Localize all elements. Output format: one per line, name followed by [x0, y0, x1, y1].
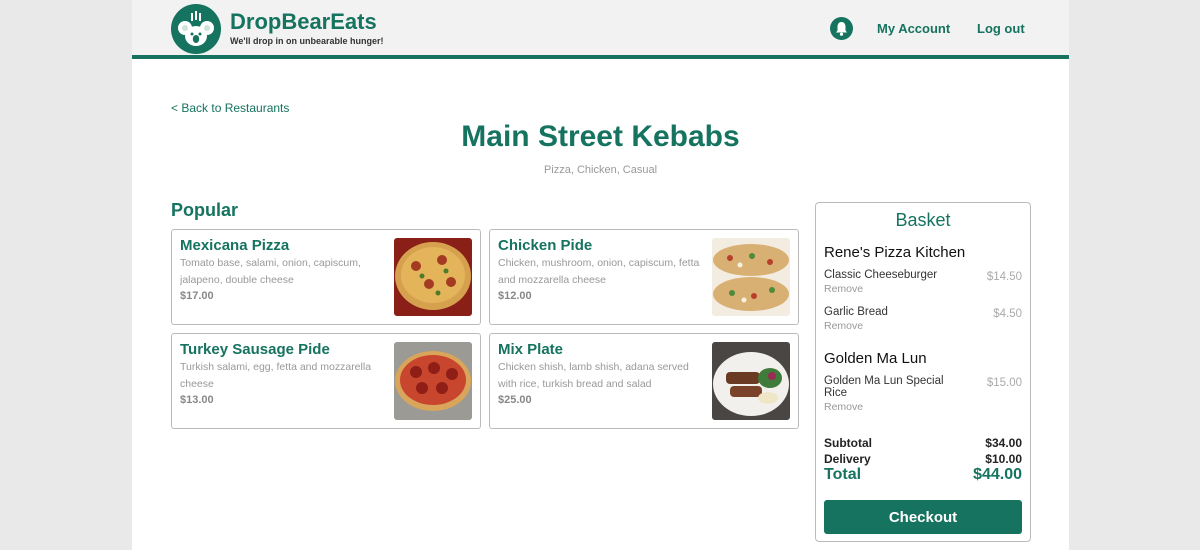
delivery-value: $10.00: [985, 452, 1022, 466]
basket-item-name: Garlic Bread: [824, 306, 888, 318]
menu-item-price: $17.00: [180, 290, 214, 302]
menu-item-card[interactable]: Mix Plate Chicken shish, lamb shish, ada…: [489, 333, 799, 429]
basket-panel: Basket Rene's Pizza Kitchen Classic Chee…: [815, 202, 1031, 542]
subtotal-label: Subtotal: [824, 436, 872, 450]
subtotal-value: $34.00: [985, 436, 1022, 450]
menu-item-name: Mexicana Pizza: [180, 237, 290, 254]
checkout-button[interactable]: Checkout: [824, 500, 1022, 534]
menu-item-name: Turkey Sausage Pide: [180, 341, 330, 358]
restaurant-title: Main Street Kebabs: [461, 120, 740, 153]
sausage-pide-photo: [394, 342, 472, 420]
basket-item-price: $4.50: [993, 308, 1022, 320]
mix-plate-photo: [712, 342, 790, 420]
pide-photo: [712, 238, 790, 316]
header: DropBearEats We'll drop in on unbearable…: [132, 0, 1069, 59]
menu-item-description: Tomato base, salami, onion, capiscum, ja…: [180, 257, 361, 286]
basket-title: Basket: [895, 210, 951, 230]
brand-name[interactable]: DropBearEats: [230, 9, 377, 35]
menu-item-name: Chicken Pide: [498, 237, 593, 254]
menu-item-description: Chicken shish, lamb shish, adana served …: [498, 361, 689, 390]
my-account-link[interactable]: My Account: [877, 21, 950, 36]
total-value: $44.00: [973, 466, 1022, 483]
page: DropBearEats We'll drop in on unbearable…: [132, 0, 1069, 550]
brand-tagline: We'll drop in on unbearable hunger!: [230, 36, 384, 46]
logout-link[interactable]: Log out: [977, 21, 1025, 36]
menu-item-card[interactable]: Turkey Sausage Pide Turkish salami, egg,…: [171, 333, 481, 429]
remove-item-link[interactable]: Remove: [824, 401, 863, 413]
basket-restaurant-name: Golden Ma Lun: [824, 350, 927, 367]
menu-item-price: $25.00: [498, 394, 532, 406]
basket-item-name: Classic Cheeseburger: [824, 269, 938, 281]
menu-item-description: Turkish salami, egg, fetta and mozzarell…: [180, 361, 372, 390]
total-label: Total: [824, 466, 862, 483]
delivery-label: Delivery: [824, 452, 871, 466]
menu-item-name: Mix Plate: [498, 341, 564, 358]
bell-icon[interactable]: [830, 17, 853, 40]
menu-item-description: Chicken, mushroom, onion, capiscum, fett…: [498, 257, 700, 286]
basket-item-name: Golden Ma Lun Special Rice: [824, 375, 944, 399]
remove-item-link[interactable]: Remove: [824, 320, 863, 332]
pizza-photo: [394, 238, 472, 316]
menu-item-price: $12.00: [498, 290, 532, 302]
koala-icon[interactable]: [171, 4, 221, 54]
restaurant-cuisine: Pizza, Chicken, Casual: [543, 164, 658, 176]
remove-item-link[interactable]: Remove: [824, 283, 863, 295]
menu-item-card[interactable]: Chicken Pide Chicken, mushroom, onion, c…: [489, 229, 799, 325]
basket-item-price: $15.00: [986, 377, 1022, 389]
back-to-restaurants-link[interactable]: < Back to Restaurants: [171, 101, 289, 115]
menu-item-price: $13.00: [180, 394, 214, 406]
popular-heading: Popular: [171, 200, 239, 220]
menu-item-card[interactable]: Mexicana Pizza Tomato base, salami, onio…: [171, 229, 481, 325]
basket-item-price: $14.50: [986, 271, 1022, 283]
basket-restaurant-name: Rene's Pizza Kitchen: [824, 244, 966, 261]
